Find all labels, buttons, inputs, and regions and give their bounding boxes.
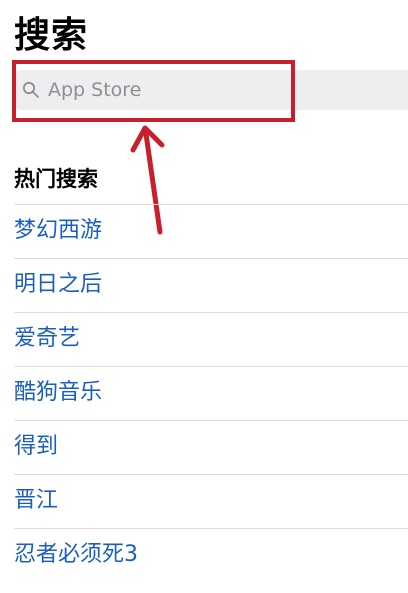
list-item-label[interactable]: 得到 [14, 432, 58, 462]
list-item[interactable]: 酷狗音乐 [14, 366, 408, 420]
list-item-label[interactable]: 爱奇艺 [14, 324, 80, 354]
list-item[interactable]: 忍者必须死3 [14, 528, 408, 582]
trending-searches-heading: 热门搜索 [14, 167, 98, 191]
list-item[interactable]: 晋江 [14, 474, 408, 528]
list-item[interactable]: 爱奇艺 [14, 312, 408, 366]
list-item[interactable]: 梦幻西游 [14, 204, 408, 258]
list-item-label[interactable]: 梦幻西游 [14, 216, 102, 246]
list-item-label[interactable]: 明日之后 [14, 270, 102, 300]
list-item-label[interactable]: 晋江 [14, 486, 58, 516]
list-item-label[interactable]: 忍者必须死3 [14, 540, 138, 570]
list-item[interactable]: 得到 [14, 420, 408, 474]
list-item[interactable]: 明日之后 [14, 258, 408, 312]
list-item-label[interactable]: 酷狗音乐 [14, 378, 102, 408]
trending-search-list: 梦幻西游 明日之后 爱奇艺 酷狗音乐 得到 晋江 忍者必须死3 [14, 204, 408, 582]
